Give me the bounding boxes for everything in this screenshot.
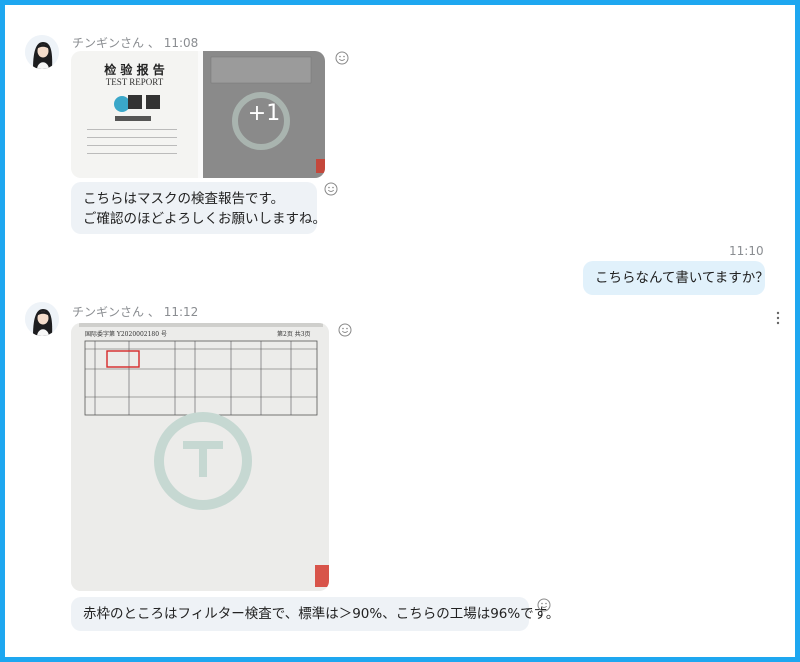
message-time: 11:10 xyxy=(729,244,764,258)
sender-name: チンギンさん xyxy=(72,305,145,319)
more-images-count[interactable]: +1 xyxy=(203,101,325,126)
more-options-icon[interactable] xyxy=(775,310,781,325)
emoji-reaction-icon[interactable] xyxy=(324,182,338,196)
image-attachment-group[interactable]: 检 验 报 告 TEST REPORT +1 xyxy=(71,51,325,178)
emoji-reaction-icon[interactable] xyxy=(537,598,551,612)
message-time: 11:12 xyxy=(163,305,199,319)
report-number: 国际委字第 Y2020002180 号 xyxy=(85,331,167,338)
message-time: 11:08 xyxy=(163,36,199,50)
sender-name: チンギンさん xyxy=(72,36,145,50)
chat-window: チンギンさん 、 11:08 检 验 报 告 TEST REPORT +1 こち xyxy=(0,0,800,662)
document-subtitle: TEST REPORT xyxy=(105,77,164,87)
page-info: 第2页 共3页 xyxy=(277,331,311,338)
message-text-line: ご確認のほどよろしくお願いしますね。 xyxy=(83,211,326,227)
test-report-image[interactable]: 国际委字第 Y2020002180 号 第2页 共3页 xyxy=(71,323,329,591)
message-bubble[interactable]: こちらはマスクの検査報告です。 ご確認のほどよろしくお願いしますね。 xyxy=(71,182,326,234)
document-title: 检 验 报 告 xyxy=(104,63,165,77)
message-meta: チンギンさん 、 11:12 xyxy=(72,303,198,320)
emoji-reaction-icon[interactable] xyxy=(335,51,349,65)
message-bubble[interactable]: 赤枠のところはフィルター検査で、標準は＞90%、こちらの工場は96%です。 xyxy=(71,597,559,631)
message-text-line: こちらはマスクの検査報告です。 xyxy=(83,191,285,207)
avatar[interactable] xyxy=(25,302,59,336)
meta-separator: 、 xyxy=(147,36,160,50)
meta-separator: 、 xyxy=(147,305,160,319)
message-text: こちらなんて書いてますか？ xyxy=(595,270,769,286)
message-text: 赤枠のところはフィルター検査で、標準は＞90%、こちらの工場は96%です。 xyxy=(83,606,560,622)
message-meta: チンギンさん 、 11:08 xyxy=(72,34,198,51)
my-message-bubble[interactable]: こちらなんて書いてますか？ xyxy=(583,261,769,295)
avatar[interactable] xyxy=(25,35,59,69)
emoji-reaction-icon[interactable] xyxy=(338,323,352,337)
